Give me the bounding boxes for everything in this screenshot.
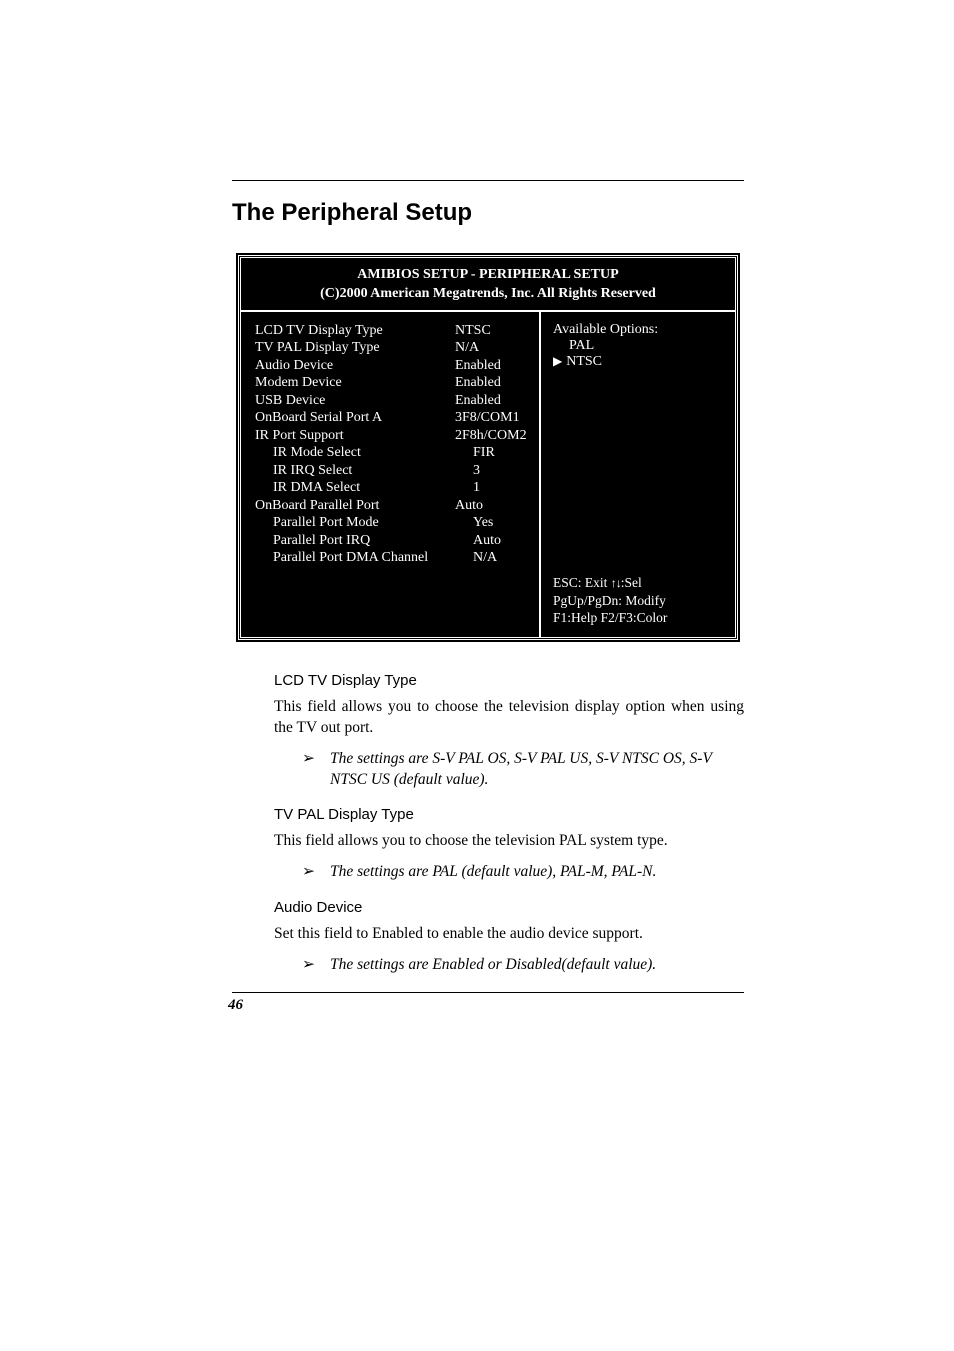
body-paragraph: Set this field to Enabled to enable the … (274, 924, 744, 945)
bios-row: Modem DeviceEnabled (255, 374, 531, 392)
bottom-rule (232, 992, 744, 993)
bios-row: OnBoard Serial Port A3F8/COM1 (255, 409, 531, 427)
triangle-bullet-icon: ➢ (302, 862, 330, 883)
options-header: Available Options: (553, 322, 725, 338)
bios-copyright: (C)2000 American Megatrends, Inc. All Ri… (249, 285, 727, 304)
bios-settings-list: LCD TV Display TypeNTSC TV PAL Display T… (241, 312, 541, 637)
bios-row: Parallel Port IRQAuto (255, 532, 531, 550)
bios-screenshot: AMIBIOS SETUP - PERIPHERAL SETUP (C)2000… (238, 255, 738, 640)
bios-row: Parallel Port DMA ChannelN/A (255, 549, 531, 567)
bullet-text: The settings are PAL (default value), PA… (330, 862, 656, 883)
bios-row: IR IRQ Select3 (255, 462, 531, 480)
option-pal: PAL (553, 338, 725, 354)
bios-header: AMIBIOS SETUP - PERIPHERAL SETUP (C)2000… (241, 258, 735, 312)
body-paragraph: This field allows you to choose the tele… (274, 697, 744, 739)
bios-help-keys: ESC: Exit ↑↓:Sel PgUp/PgDn: Modify F1:He… (553, 574, 725, 627)
bios-options-pane: Available Options: PAL NTSC ESC: Exit ↑↓… (541, 312, 735, 637)
bullet-item: ➢ The settings are Enabled or Disabled(d… (302, 955, 744, 976)
bios-row: USB DeviceEnabled (255, 392, 531, 410)
document-body: LCD TV Display Type This field allows yo… (232, 672, 744, 1014)
help-line: PgUp/PgDn: Modify (553, 592, 725, 610)
triangle-bullet-icon: ➢ (302, 955, 330, 976)
help-line: F1:Help F2/F3:Color (553, 609, 725, 627)
sub-heading: Audio Device (274, 899, 744, 916)
bios-title: AMIBIOS SETUP - PERIPHERAL SETUP (249, 266, 727, 285)
help-line: ESC: Exit ↑↓:Sel (553, 574, 725, 592)
bios-row: IR DMA Select1 (255, 479, 531, 497)
arrow-keys-icon: ↑↓ (611, 576, 621, 590)
bullet-item: ➢ The settings are PAL (default value), … (302, 862, 744, 883)
bios-options: Available Options: PAL NTSC (553, 322, 725, 370)
body-paragraph: This field allows you to choose the tele… (274, 831, 744, 852)
sub-heading: LCD TV Display Type (274, 672, 744, 689)
bios-row: IR Port Support2F8h/COM2 (255, 427, 531, 445)
triangle-bullet-icon: ➢ (302, 749, 330, 770)
option-ntsc-selected: NTSC (553, 354, 725, 370)
bios-row: Audio DeviceEnabled (255, 357, 531, 375)
bios-body: LCD TV Display TypeNTSC TV PAL Display T… (241, 312, 735, 637)
page-number: 46 (228, 997, 744, 1014)
document-page: The Peripheral Setup AMIBIOS SETUP - PER… (0, 0, 954, 1351)
bullet-text: The settings are Enabled or Disabled(def… (330, 955, 656, 976)
bios-row: IR Mode SelectFIR (255, 444, 531, 462)
bios-row: OnBoard Parallel PortAuto (255, 497, 531, 515)
bios-row: Parallel Port ModeYes (255, 514, 531, 532)
bios-row: LCD TV Display TypeNTSC (255, 322, 531, 340)
section-title: The Peripheral Setup (232, 199, 744, 227)
bullet-text: The settings are S-V PAL OS, S-V PAL US,… (330, 749, 744, 791)
sub-heading: TV PAL Display Type (274, 806, 744, 823)
top-rule (232, 180, 744, 181)
bios-row: TV PAL Display TypeN/A (255, 339, 531, 357)
bullet-item: ➢ The settings are S-V PAL OS, S-V PAL U… (302, 749, 744, 791)
